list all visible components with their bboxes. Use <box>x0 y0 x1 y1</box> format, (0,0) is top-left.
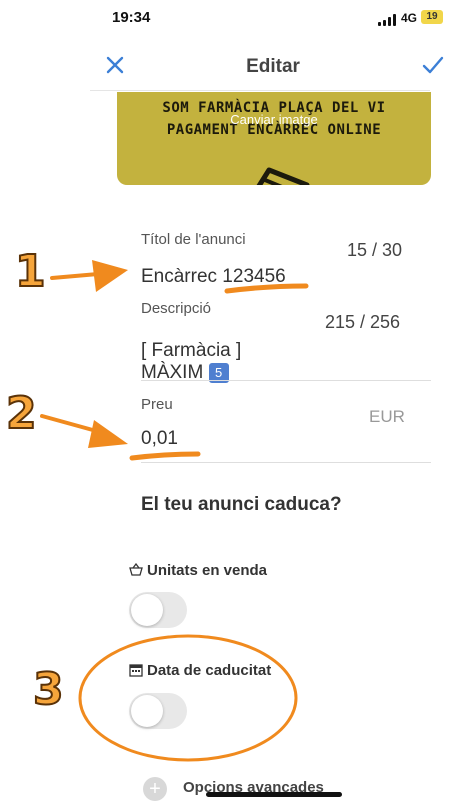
underline-price <box>129 451 201 461</box>
annotation-overlay <box>40 260 309 762</box>
arrow-1-head <box>92 260 128 292</box>
annotation-number-2: 2 <box>5 388 38 439</box>
annotation-number-3: 3 <box>32 664 65 715</box>
annotation-number-1: 1 <box>14 246 47 297</box>
arrow-1-shaft <box>50 272 100 280</box>
highlight-circle <box>78 634 298 762</box>
arrow-2-head <box>88 420 128 448</box>
underline-title <box>224 283 309 294</box>
arrow-2-shaft <box>40 414 102 434</box>
